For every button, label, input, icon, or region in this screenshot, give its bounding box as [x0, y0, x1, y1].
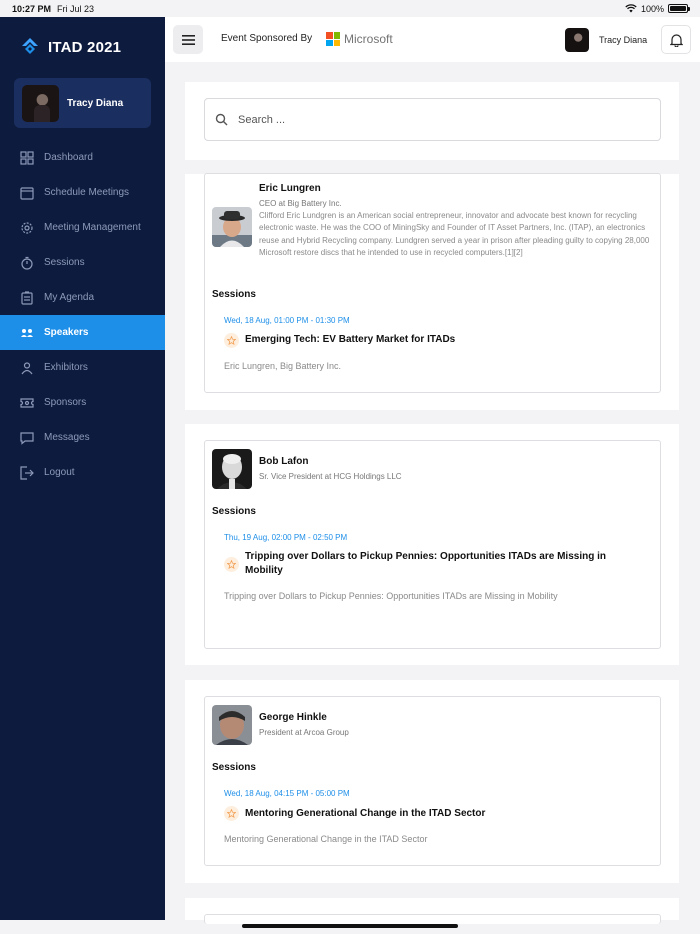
sidebar-item-exhibitors[interactable]: Exhibitors [0, 350, 165, 385]
stopwatch-icon [21, 256, 33, 270]
session-title[interactable]: Tripping over Dollars to Pickup Pennies:… [245, 550, 635, 578]
favorite-button[interactable] [224, 333, 239, 348]
speaker-card[interactable]: Eric Lungren CEO at Big Battery Inc. Cli… [204, 173, 661, 393]
speaker-panel [185, 898, 679, 924]
sidebar-item-my-agenda[interactable]: My Agenda [0, 280, 165, 315]
sidebar-nav: Dashboard Schedule Meetings Meeting Mana… [0, 140, 165, 490]
sponsor-text: Event Sponsored By [221, 33, 313, 44]
speaker-photo [212, 705, 252, 745]
search-panel [185, 82, 679, 160]
sidebar-item-label: Sessions [44, 257, 85, 268]
speaker-role: Sr. Vice President at HCG Holdings LLC [259, 472, 402, 481]
speaker-name: Eric Lungren [259, 183, 321, 194]
search-box[interactable] [204, 98, 661, 141]
logout-icon [20, 465, 34, 480]
search-input[interactable] [238, 113, 618, 126]
grid-icon [20, 150, 34, 165]
sidebar-item-label: Messages [44, 432, 90, 443]
speakers-icon [21, 328, 33, 337]
sessions-label: Sessions [212, 506, 256, 517]
star-icon [227, 336, 236, 345]
sidebar-item-messages[interactable]: Messages [0, 420, 165, 455]
favorite-button[interactable] [224, 806, 239, 821]
speaker-role: CEO at Big Battery Inc. [259, 199, 342, 208]
sidebar-item-label: Speakers [44, 327, 89, 338]
sidebar-item-label: Dashboard [44, 152, 93, 163]
speaker-card[interactable] [204, 914, 661, 924]
speaker-card[interactable]: Bob Lafon Sr. Vice President at HCG Hold… [204, 440, 661, 649]
battery-icon [668, 4, 690, 13]
sidebar-item-label: My Agenda [44, 292, 95, 303]
calendar-icon [20, 186, 34, 200]
notifications-button[interactable] [661, 25, 691, 54]
status-time: 10:27 PM [12, 3, 52, 14]
sidebar: ITAD 2021 Tracy Diana Dashboard Schedule… [0, 17, 165, 920]
session-speakers: Eric Lungren, Big Battery Inc. [224, 361, 342, 371]
speaker-panel: Eric Lungren CEO at Big Battery Inc. Cli… [185, 173, 679, 410]
star-icon [227, 560, 236, 569]
session-speakers: Tripping over Dollars to Pickup Pennies:… [224, 591, 558, 601]
sidebar-item-dashboard[interactable]: Dashboard [0, 140, 165, 175]
chat-icon [20, 431, 34, 445]
header-avatar[interactable] [565, 28, 589, 52]
sidebar-item-schedule-meetings[interactable]: Schedule Meetings [0, 175, 165, 210]
home-indicator[interactable] [242, 924, 458, 928]
battery-fill [670, 6, 686, 11]
microsoft-logo: Microsoft [326, 32, 393, 46]
sessions-label: Sessions [212, 762, 256, 773]
top-header: Event Sponsored By Microsoft Tracy Diana [165, 17, 700, 62]
session-title[interactable]: Emerging Tech: EV Battery Market for ITA… [245, 333, 635, 347]
brand[interactable]: ITAD 2021 [20, 37, 121, 57]
speaker-name: Bob Lafon [259, 456, 309, 467]
sessions-label: Sessions [212, 289, 256, 300]
profile-name: Tracy Diana [67, 97, 124, 109]
avatar [22, 84, 59, 122]
speaker-photo [212, 449, 252, 489]
profile-card[interactable]: Tracy Diana [14, 78, 151, 128]
battery-percent: 100% [640, 3, 664, 14]
star-icon [227, 809, 236, 818]
sidebar-item-meeting-management[interactable]: Meeting Management [0, 210, 165, 245]
speaker-bio: Clifford Eric Lundgren is an American so… [259, 211, 650, 257]
ticket-icon [20, 397, 34, 408]
sponsor-name: Microsoft [344, 32, 393, 46]
status-date: Fri Jul 23 [57, 3, 95, 14]
speaker-photo [212, 207, 252, 247]
wifi-icon [625, 4, 637, 13]
sidebar-item-label: Exhibitors [44, 362, 88, 373]
brand-title: ITAD 2021 [48, 38, 122, 56]
sidebar-item-speakers[interactable]: Speakers [0, 315, 165, 350]
person-icon [21, 361, 33, 374]
itad-logo-icon [22, 38, 38, 54]
speaker-name: George Hinkle [259, 712, 327, 723]
gear-icon [21, 221, 33, 234]
sidebar-item-label: Schedule Meetings [44, 187, 130, 198]
search-icon [215, 113, 228, 126]
session-time: Thu, 19 Aug, 02:00 PM - 02:50 PM [224, 533, 348, 542]
speaker-role: President at Arcoa Group [259, 728, 349, 737]
session-speakers: Mentoring Generational Change in the ITA… [224, 834, 428, 844]
favorite-button[interactable] [224, 557, 239, 572]
speaker-panel: Bob Lafon Sr. Vice President at HCG Hold… [185, 424, 679, 665]
menu-button[interactable] [173, 25, 203, 54]
session-time: Wed, 18 Aug, 04:15 PM - 05:00 PM [224, 789, 350, 798]
sidebar-item-label: Logout [44, 467, 75, 478]
clipboard-icon [21, 290, 33, 305]
session-title[interactable]: Mentoring Generational Change in the ITA… [245, 807, 635, 821]
sidebar-item-label: Sponsors [44, 397, 87, 408]
session-time: Wed, 18 Aug, 01:00 PM - 01:30 PM [224, 316, 350, 325]
sidebar-item-sessions[interactable]: Sessions [0, 245, 165, 280]
hamburger-icon [181, 34, 195, 45]
bell-icon [669, 33, 683, 47]
sidebar-item-logout[interactable]: Logout [0, 455, 165, 490]
sidebar-item-sponsors[interactable]: Sponsors [0, 385, 165, 420]
speaker-panel: George Hinkle President at Arcoa Group S… [185, 680, 679, 883]
header-user-name[interactable]: Tracy Diana [599, 35, 647, 45]
microsoft-grid-icon [326, 32, 340, 46]
speaker-card[interactable]: George Hinkle President at Arcoa Group S… [204, 696, 661, 866]
status-bar: 10:27 PM Fri Jul 23 100% [0, 0, 700, 17]
sidebar-item-label: Meeting Management [44, 222, 141, 233]
